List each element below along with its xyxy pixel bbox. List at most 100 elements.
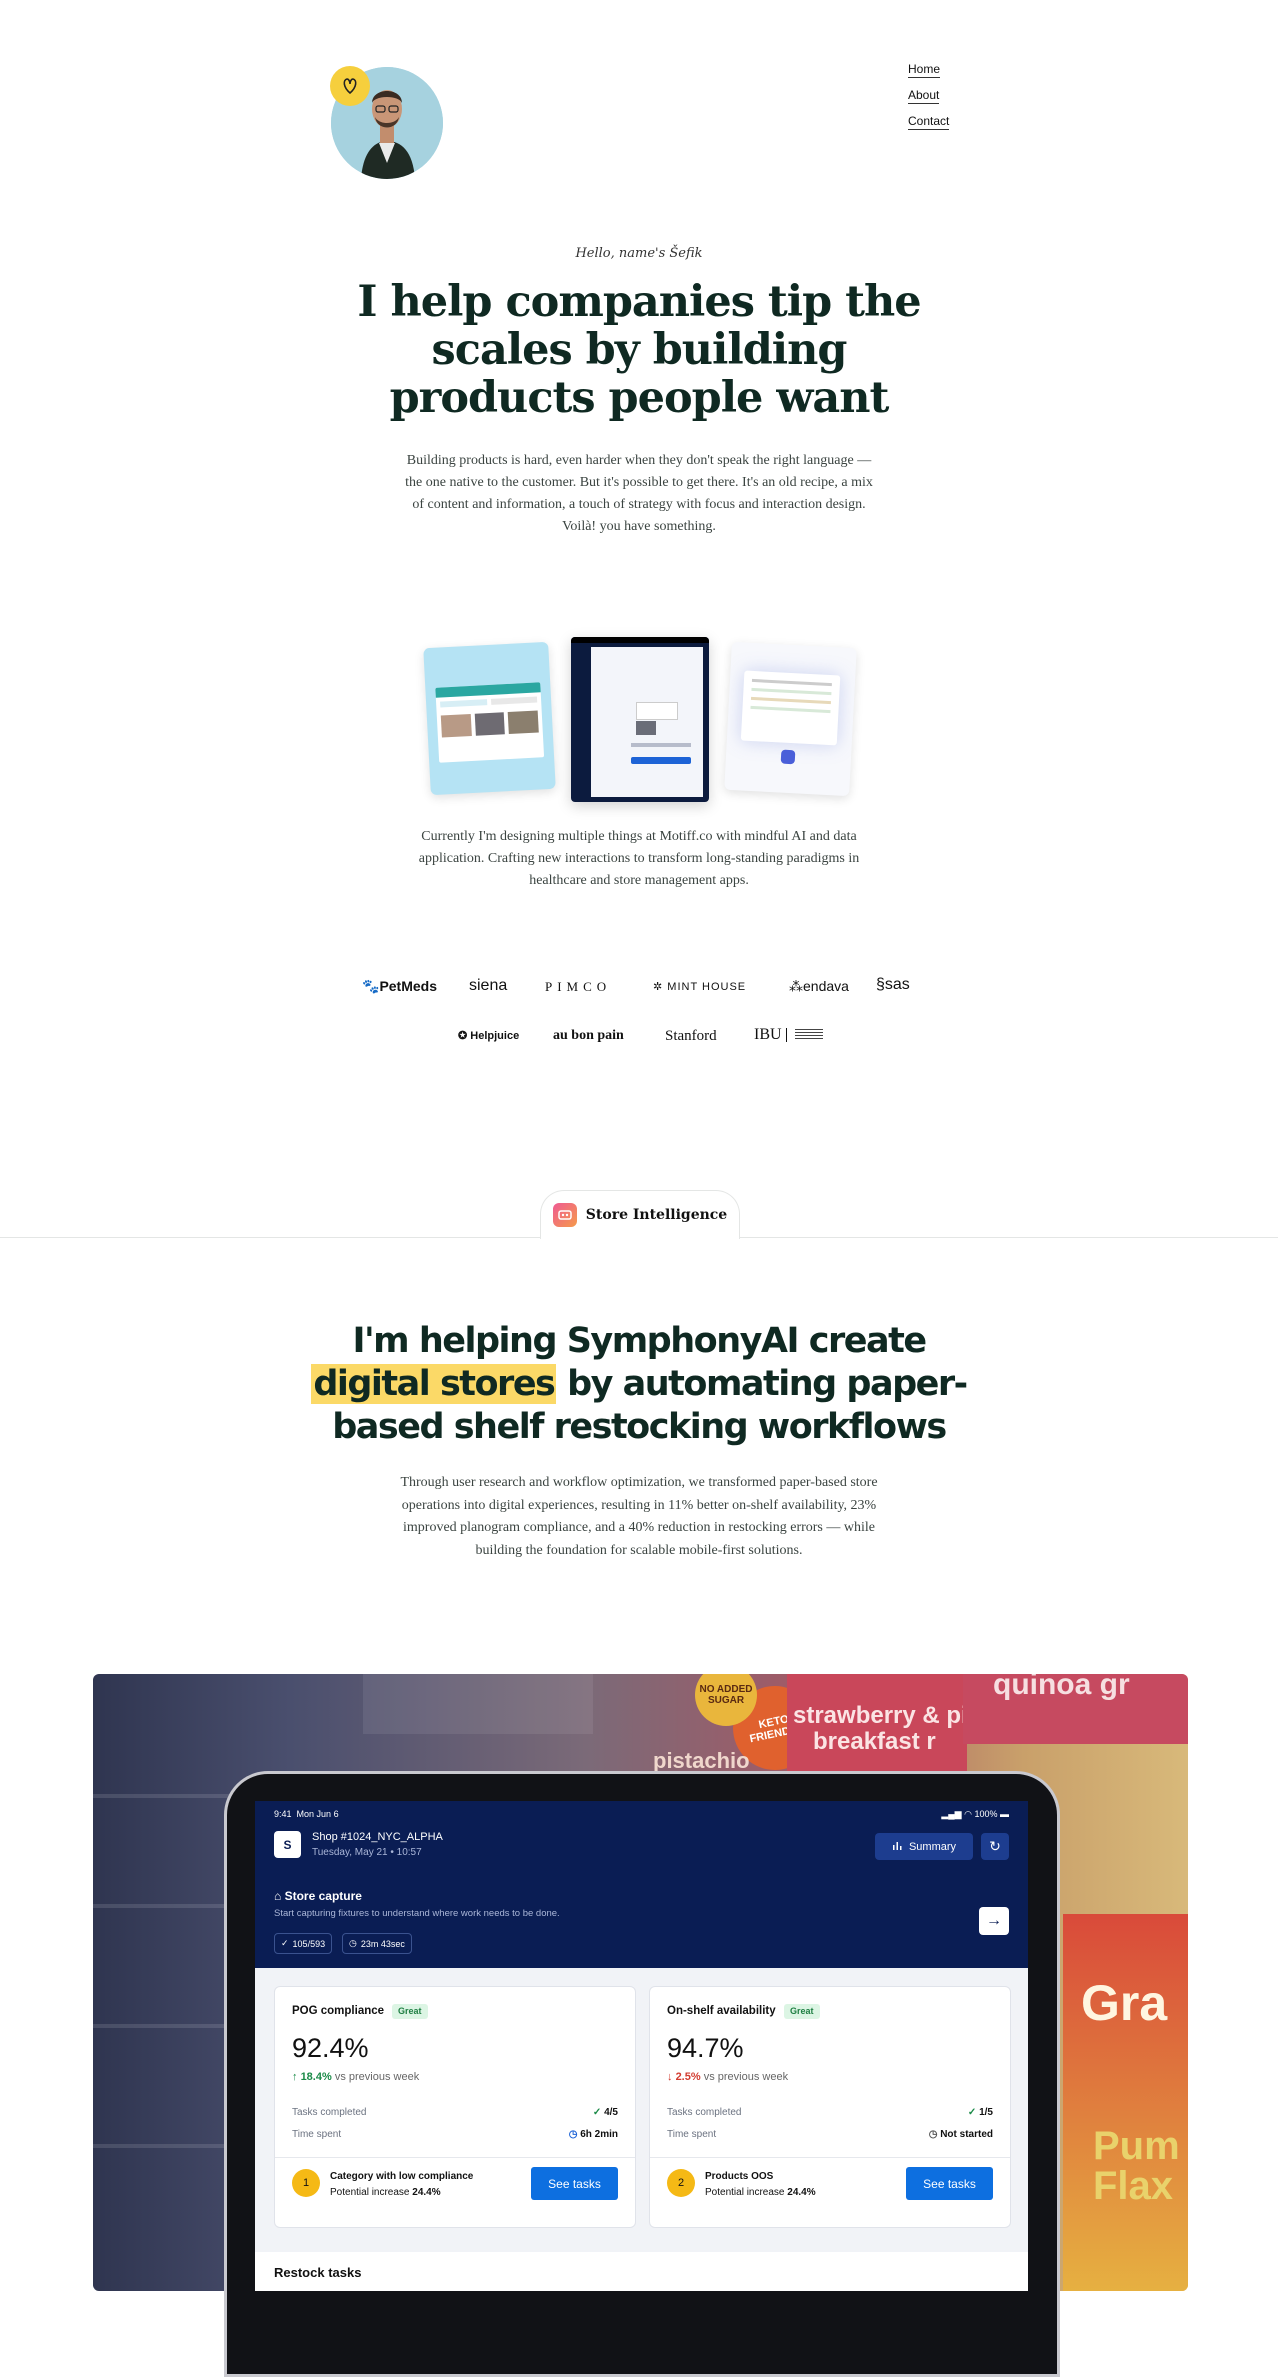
metric-change: ↓ 2.5% vs previous week bbox=[667, 2071, 789, 2083]
card-divider bbox=[275, 2157, 635, 2158]
section-title: I'm helping SymphonyAI create digital st… bbox=[300, 1320, 978, 1449]
on-shelf-availability-card: On-shelf availability Great 94.7% ↓ 2.5%… bbox=[649, 1986, 1011, 2228]
tasks-completed-value: ✓ 4/5 bbox=[592, 2107, 618, 2118]
clock-icon: ◷ bbox=[568, 2129, 578, 2140]
capture-time-chip: ◷ 23m 43sec bbox=[342, 1933, 412, 1954]
time-spent-label: Time spent bbox=[667, 2129, 717, 2140]
badge-icon bbox=[330, 66, 370, 106]
signal-icon: ▂▄▆ bbox=[941, 1809, 962, 1819]
package-text-1: strawberry & pis bbox=[793, 1702, 982, 1729]
capture-count-chip: ✓ 105/593 bbox=[274, 1933, 333, 1954]
store-intelligence-label: Store Intelligence bbox=[585, 1207, 728, 1223]
greeting: Hello, name's Šefik bbox=[575, 246, 703, 261]
time-spent-label: Time spent bbox=[292, 2129, 342, 2140]
helpjuice-icon: ✪ bbox=[458, 1030, 471, 1042]
mint-house-icon: ✲ bbox=[653, 981, 668, 993]
tasks-completed-value: ✓ 1/5 bbox=[967, 2107, 993, 2118]
task-title: Products OOS bbox=[705, 2171, 774, 2182]
bar-chart-icon bbox=[892, 1840, 903, 1854]
tablet-screen: 9:41 Mon Jun 6 ▂▄▆ ◠ 100% ▬ S Shop #1024… bbox=[255, 1801, 1028, 2291]
potential-increase: Potential increase 24.4% bbox=[705, 2187, 816, 2198]
package-text-3: quinoa gr bbox=[993, 1674, 1130, 1701]
metric-value: 92.4% bbox=[292, 2033, 369, 2063]
logo-endava: ⁂endava bbox=[789, 978, 849, 994]
store-app-screenshot bbox=[724, 641, 857, 797]
store-icon: ⌂ bbox=[274, 1889, 282, 1903]
current-work-text: Currently I'm designing multiple things … bbox=[418, 829, 860, 888]
see-tasks-button[interactable]: See tasks bbox=[531, 2167, 618, 2200]
logo-au-bon-pain: au bon pain bbox=[553, 1028, 624, 1043]
task-number: 2 bbox=[667, 2169, 695, 2197]
battery-icon: ▬ bbox=[1000, 1809, 1009, 1819]
store-intelligence-tab[interactable]: Store Intelligence bbox=[540, 1190, 740, 1239]
time-spent-value: ◷ 6h 2min bbox=[568, 2129, 618, 2140]
potential-increase: Potential increase 24.4% bbox=[330, 2187, 441, 2198]
summary-button[interactable]: Summary bbox=[875, 1833, 973, 1860]
hero-subtitle: Building products is hard, even harder w… bbox=[405, 453, 873, 534]
task-title: Category with low compliance bbox=[330, 2171, 474, 2182]
section-subtitle: Through user research and workflow optim… bbox=[400, 1475, 878, 1558]
time-spent-value: ◷ Not started bbox=[928, 2129, 993, 2140]
status-badge: Great bbox=[784, 2004, 820, 2019]
section-title-highlight: digital stores bbox=[311, 1364, 557, 1404]
status-badge: Great bbox=[392, 2004, 428, 2019]
arrow-down-icon: ↓ bbox=[667, 2071, 673, 2083]
see-tasks-button[interactable]: See tasks bbox=[906, 2167, 993, 2200]
logo-pimco: PIMCO bbox=[545, 979, 612, 994]
store-date: Tuesday, May 21 • 10:57 bbox=[312, 1847, 422, 1858]
task-number: 1 bbox=[292, 2169, 320, 2197]
sas-icon: § bbox=[876, 976, 885, 993]
clock-icon: ◷ bbox=[349, 1938, 357, 1948]
pog-compliance-card: POG compliance Great 92.4% ↑ 18.4% vs pr… bbox=[274, 1986, 636, 2228]
app-header: 9:41 Mon Jun 6 ▂▄▆ ◠ 100% ▬ S Shop #1024… bbox=[255, 1801, 1028, 1968]
logo-stanford: Stanford bbox=[665, 1028, 717, 1044]
nav-contact-link[interactable]: Contact bbox=[908, 114, 950, 130]
healthcare-app-screenshot bbox=[423, 641, 556, 796]
restock-tasks-panel: Restock tasks bbox=[255, 2252, 1028, 2291]
store-name: Shop #1024_NYC_ALPHA bbox=[312, 1831, 443, 1843]
start-capture-button[interactable]: → bbox=[979, 1907, 1009, 1935]
restock-tasks-title: Restock tasks bbox=[274, 2265, 362, 2280]
metric-title: On-shelf availability bbox=[667, 2005, 776, 2017]
endava-icon: ⁂ bbox=[789, 978, 803, 994]
wifi-icon: ◠ bbox=[964, 1809, 972, 1819]
motiff-app-screenshot bbox=[571, 637, 709, 802]
refresh-icon: ↻ bbox=[989, 1838, 1001, 1854]
clock-icon: ◷ bbox=[928, 2129, 938, 2140]
package-text-5: Gra bbox=[1081, 1975, 1168, 2031]
refresh-button[interactable]: ↻ bbox=[981, 1833, 1009, 1860]
package-text-7: Flax bbox=[1093, 2164, 1174, 2208]
tasks-completed-label: Tasks completed bbox=[667, 2107, 742, 2118]
metric-value: 94.7% bbox=[667, 2033, 744, 2063]
check-circle-icon: ✓ bbox=[592, 2107, 602, 2118]
store-intelligence-icon bbox=[552, 1203, 577, 1227]
logo-siena: siena bbox=[469, 977, 508, 994]
store-capture-title: ⌂ Store capture bbox=[274, 1889, 362, 1903]
tasks-completed-label: Tasks completed bbox=[292, 2107, 367, 2118]
package-text-6: Pum bbox=[1093, 2124, 1180, 2168]
logo-helpjuice: ✪ Helpjuice bbox=[458, 1030, 520, 1042]
check-circle-icon: ✓ bbox=[967, 2107, 977, 2118]
arrow-up-icon: ↑ bbox=[292, 2071, 298, 2083]
status-bar: 9:41 Mon Jun 6 bbox=[274, 1809, 339, 1819]
logo-sas: §sas bbox=[876, 976, 910, 993]
hero-title: I help companies tip the scales by build… bbox=[357, 277, 921, 423]
metric-title: POG compliance bbox=[292, 2005, 385, 2017]
nav-about-link[interactable]: About bbox=[908, 88, 940, 104]
check-icon: ✓ bbox=[281, 1938, 289, 1948]
store-capture-description: Start capturing fixtures to understand w… bbox=[274, 1908, 560, 1919]
package-text-2: breakfast r bbox=[813, 1728, 936, 1755]
paw-icon: 🐾 bbox=[362, 978, 380, 994]
logo-mint-house: ✲ MINT HOUSE bbox=[653, 981, 747, 993]
logo-petmeds: 🐾PetMeds bbox=[362, 978, 438, 994]
store-avatar: S bbox=[274, 1831, 301, 1858]
arrow-right-icon: → bbox=[986, 1912, 1002, 1929]
top-nav: Home About Contact bbox=[908, 62, 950, 130]
nav-home-link[interactable]: Home bbox=[908, 62, 941, 78]
status-icons: ▂▄▆ ◠ 100% ▬ bbox=[941, 1809, 1009, 1819]
section-title-part-1: I'm helping SymphonyAI create bbox=[352, 1321, 927, 1361]
card-divider bbox=[650, 2157, 1010, 2158]
metric-change: ↑ 18.4% vs previous week bbox=[292, 2071, 420, 2083]
summary-label: Summary bbox=[908, 1840, 957, 1853]
logo-ibu: IBU bbox=[754, 1026, 823, 1044]
